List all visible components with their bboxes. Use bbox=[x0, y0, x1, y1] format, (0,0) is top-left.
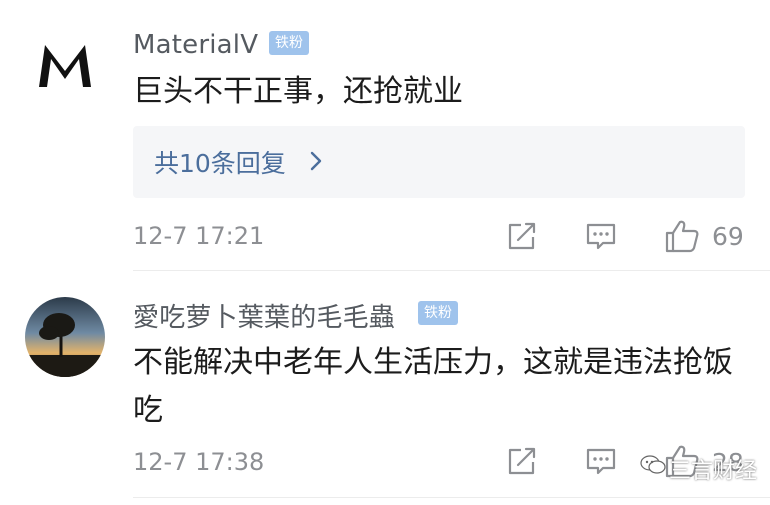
avatar-sunset-image bbox=[25, 297, 105, 377]
username[interactable]: 愛吃萝卜葉葉的毛毛蟲 bbox=[133, 297, 395, 334]
comment-icon bbox=[586, 223, 616, 250]
share-icon bbox=[508, 447, 536, 475]
chevron-right-icon bbox=[309, 150, 323, 176]
share-button[interactable] bbox=[505, 445, 539, 481]
fan-badge: 铁粉 bbox=[269, 31, 309, 55]
timestamp: 12-7 17:21 bbox=[133, 222, 265, 250]
watermark-text: 三言财经 bbox=[669, 459, 758, 484]
wechat-icon bbox=[640, 454, 666, 480]
comment-icon bbox=[586, 448, 616, 475]
like-count: 69 bbox=[712, 222, 744, 251]
view-replies-button[interactable]: 共10条回复 bbox=[133, 126, 745, 198]
avatar-logo-image bbox=[25, 25, 105, 105]
like-button[interactable] bbox=[663, 218, 701, 258]
avatar[interactable] bbox=[25, 25, 105, 105]
share-icon bbox=[508, 222, 536, 250]
comment-text: 不能解决中老年人生活压力，这就是违法抢饭吃 bbox=[133, 345, 733, 428]
divider bbox=[133, 497, 770, 498]
comment-item: 愛吃萝卜葉葉的毛毛蟲 铁粉 不能解决中老年人生活压力，这就是违法抢饭吃 12-7… bbox=[0, 271, 770, 505]
username[interactable]: MaterialV bbox=[133, 30, 258, 60]
replies-label: 共10条回复 bbox=[154, 149, 286, 178]
avatar[interactable] bbox=[25, 297, 105, 377]
timestamp: 12-7 17:38 bbox=[133, 448, 265, 476]
share-button[interactable] bbox=[505, 220, 539, 256]
thumbs-up-icon bbox=[665, 220, 699, 253]
comment-button[interactable] bbox=[584, 220, 618, 256]
comment-button[interactable] bbox=[584, 445, 618, 481]
comment-text: 巨头不干正事，还抢就业 bbox=[133, 74, 463, 109]
comment-item: MaterialV 铁粉 巨头不干正事，还抢就业 共10条回复 12-7 17:… bbox=[0, 0, 770, 270]
fan-badge: 铁粉 bbox=[418, 301, 458, 325]
